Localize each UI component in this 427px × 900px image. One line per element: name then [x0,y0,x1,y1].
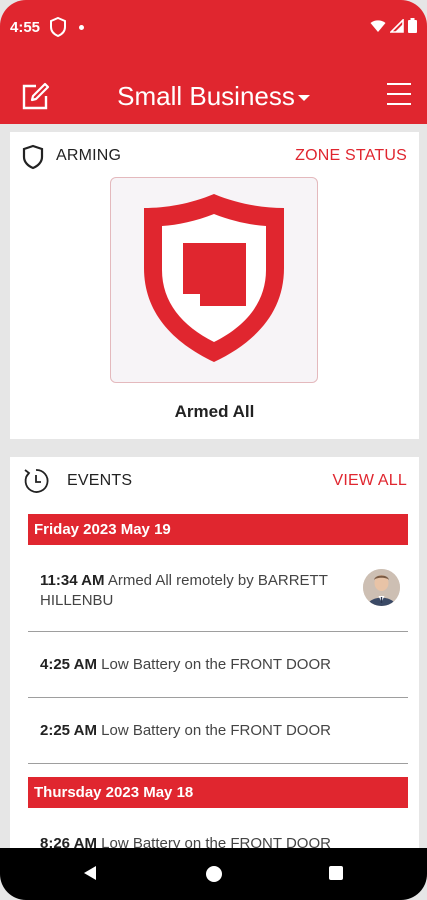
events-title: EVENTS [67,472,133,489]
signal-icon [390,18,404,33]
event-text: Low Battery on the FRONT DOOR [101,722,331,739]
page-title: Small Business [117,81,295,111]
arming-header: ARMING ZONE STATUS [10,132,419,176]
event-text: Low Battery on the FRONT DOOR [101,656,331,673]
chevron-down-icon [297,95,310,102]
shield-outline-icon [22,144,44,170]
view-all-link[interactable]: VIEW ALL [332,472,407,490]
event-row[interactable]: 2:25 AM Low Battery on the FRONT DOOR [28,698,408,764]
date-header: Friday 2023 May 19 [28,514,408,545]
battery-icon [408,18,417,33]
site-selector[interactable]: Small Business [0,80,427,112]
status-icons [370,18,417,33]
event-time: 2:25 AM [40,722,97,739]
arming-card: ARMING ZONE STATUS Armed All [10,132,419,439]
events-card: EVENTS VIEW ALL Friday 2023 May 19 11:34… [10,457,419,857]
zone-status-link[interactable]: ZONE STATUS [295,147,407,165]
event-row[interactable]: 11:34 AM Armed All remotely by BARRETT H… [28,557,408,632]
event-time: 11:34 AM [40,572,105,589]
top-bar: 4:55 Small Business [0,0,427,124]
back-icon[interactable] [83,865,97,881]
recents-icon[interactable] [329,866,343,880]
events-header: EVENTS VIEW ALL [10,457,419,501]
arming-title: ARMING [56,147,122,164]
navigation-bar [0,848,427,900]
arm-status-label: Armed All [174,402,255,421]
avatar [363,569,400,606]
app-bar: Small Business [0,56,427,124]
shield-icon [50,17,66,37]
status-time: 4:55 [10,19,41,36]
arm-state-button[interactable] [110,177,318,383]
date-header: Thursday 2023 May 18 [28,777,408,808]
notification-dot-icon [79,25,84,30]
event-row[interactable]: 4:25 AM Low Battery on the FRONT DOOR [28,632,408,698]
armed-shield-icon [144,194,284,362]
menu-icon[interactable] [387,83,411,107]
status-bar: 4:55 [0,0,427,56]
device-screen: 4:55 Small Business ARMING ZONE STATUS A… [0,0,427,900]
wifi-icon [370,19,386,32]
history-icon [24,469,49,493]
event-time: 4:25 AM [40,656,97,673]
home-icon[interactable] [206,866,222,882]
